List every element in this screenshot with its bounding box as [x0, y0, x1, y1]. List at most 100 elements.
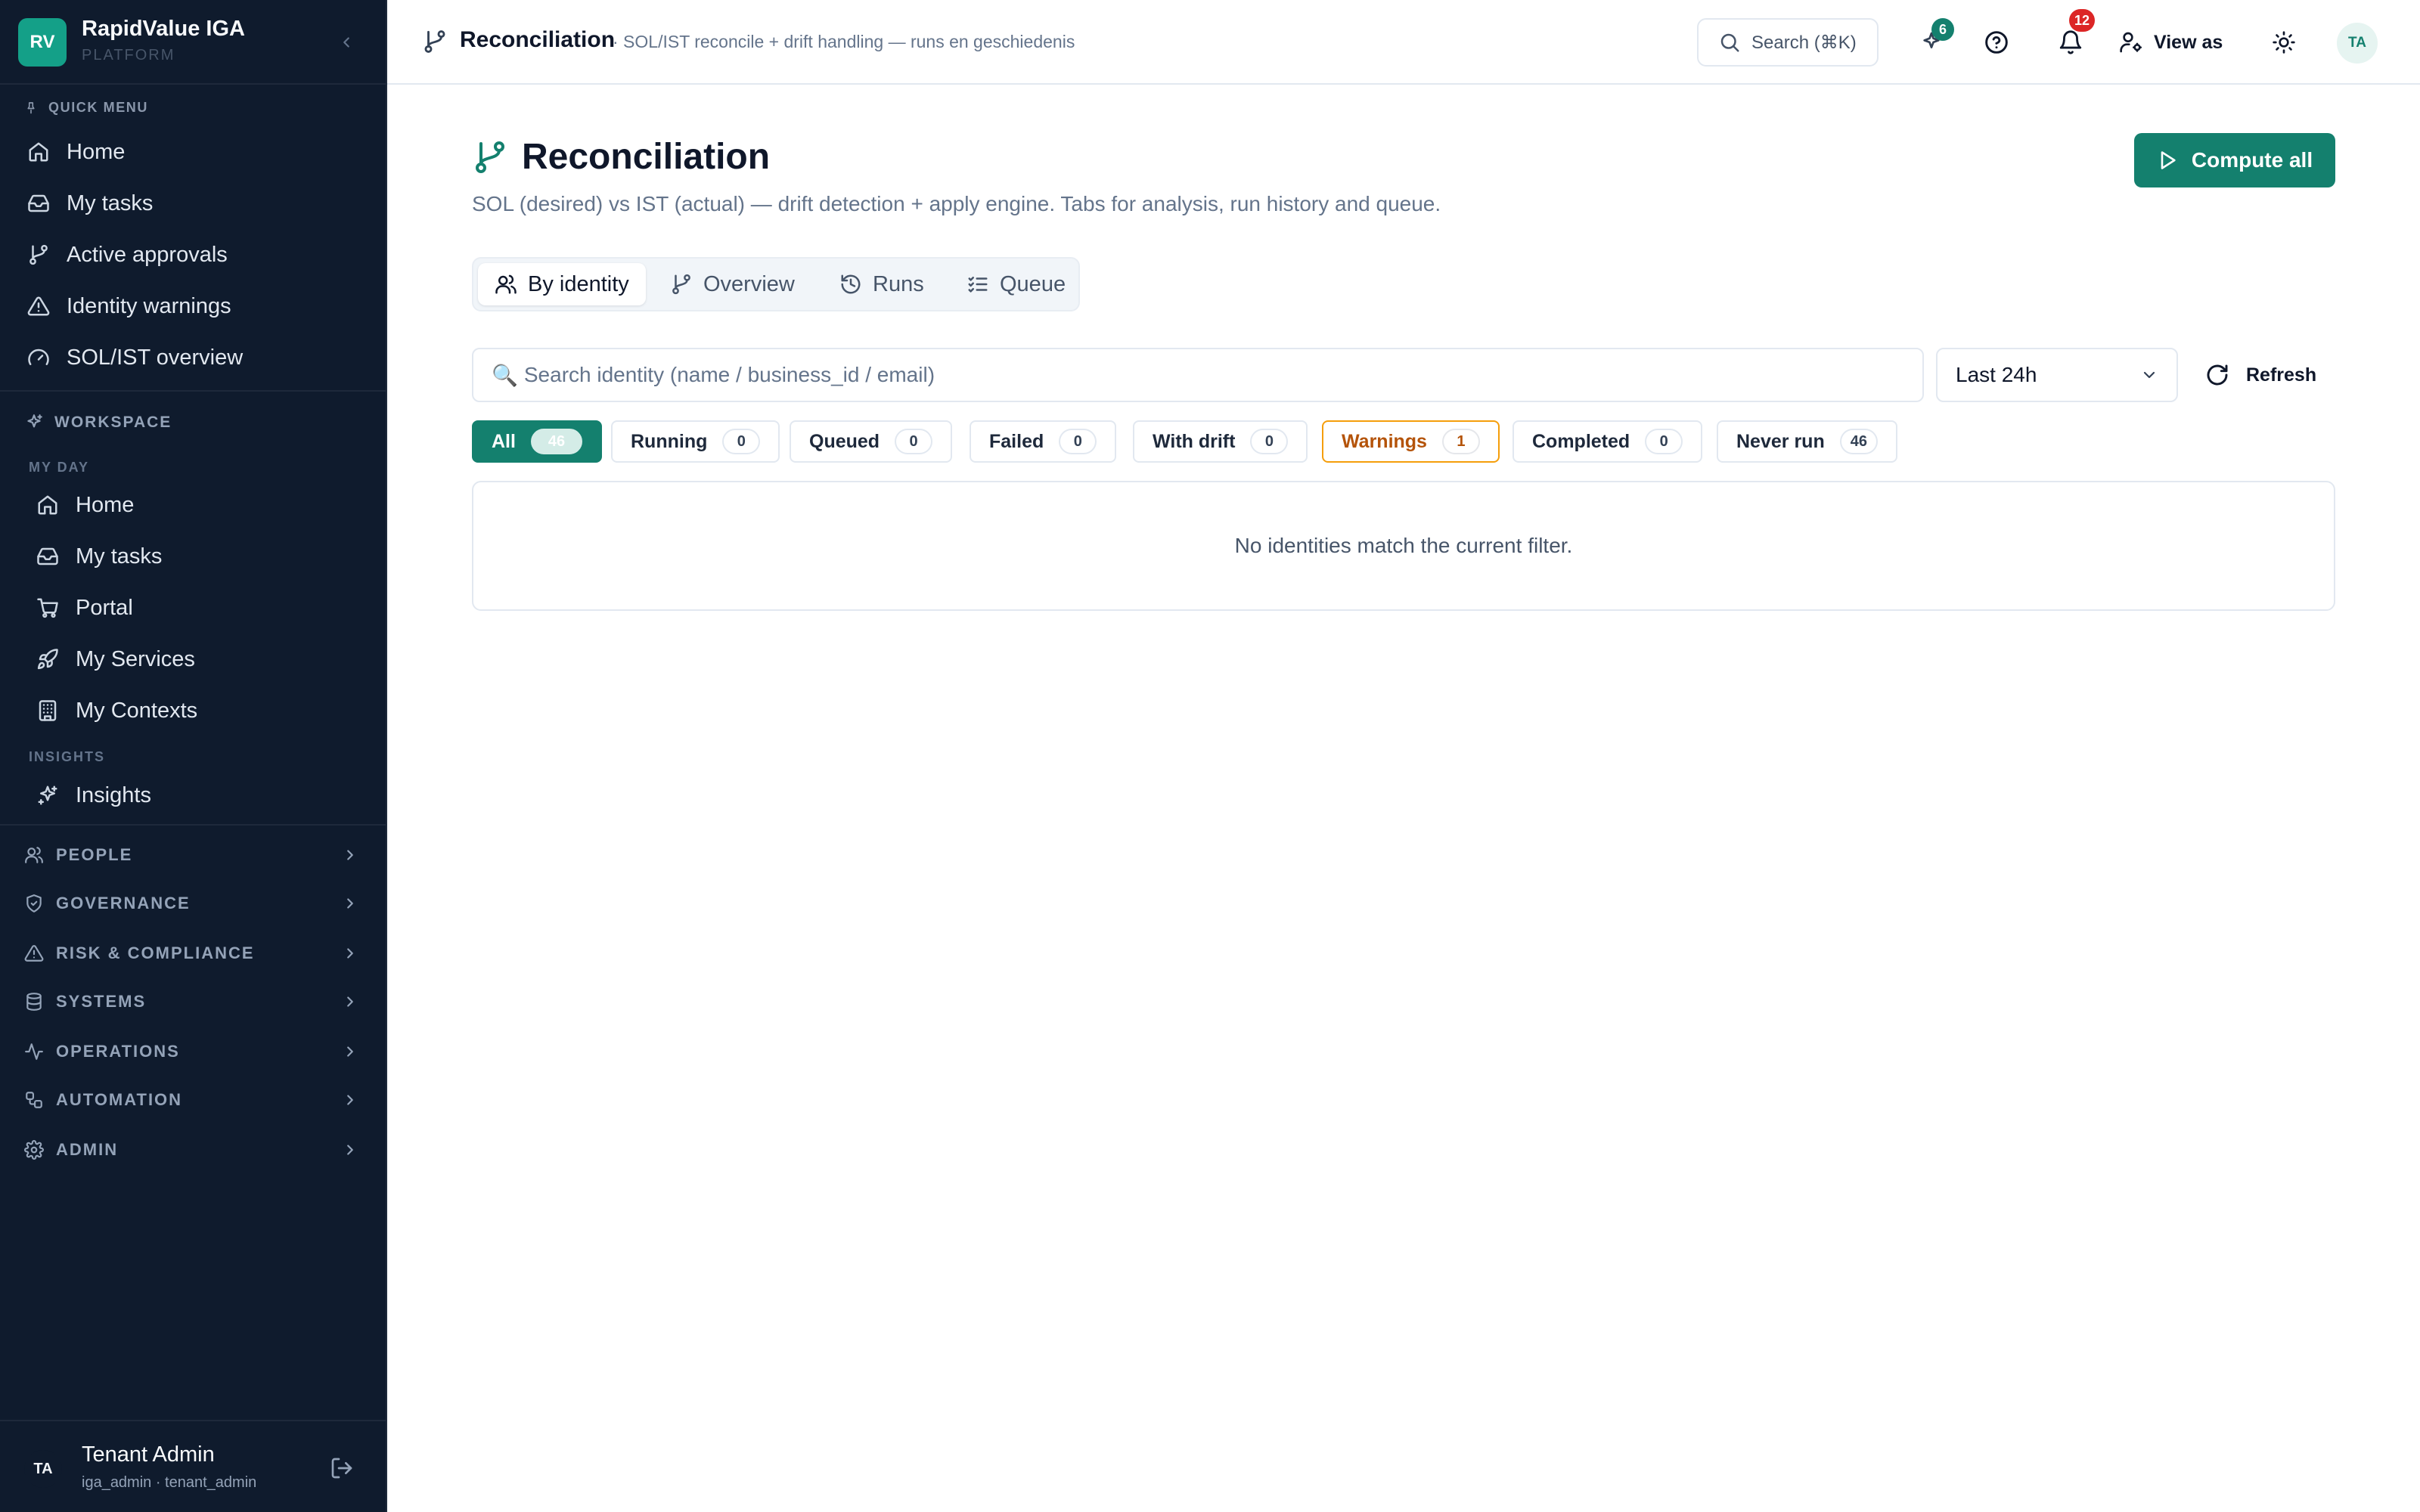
- sidebar-group-operations[interactable]: OPERATIONS: [24, 1035, 358, 1068]
- empty-state: No identities match the current filter.: [472, 481, 2335, 611]
- collapse-sidebar-button[interactable]: [334, 30, 358, 54]
- brand-subtitle: PLATFORM: [82, 47, 175, 64]
- sidebar-group-people[interactable]: PEOPLE: [24, 838, 358, 872]
- notifications-badge: 12: [2069, 9, 2096, 32]
- sidebar-item-my-tasks[interactable]: My tasks: [36, 535, 162, 578]
- workspace-label: WORKSPACE: [54, 414, 172, 431]
- chip-label: Completed: [1532, 430, 1630, 452]
- group-label: AUTOMATION: [56, 1090, 183, 1109]
- sidebar-item-label: My tasks: [76, 544, 163, 569]
- users-icon: [495, 274, 517, 294]
- filter-chip-failed[interactable]: Failed 0: [970, 420, 1117, 463]
- inbox-icon: [37, 547, 58, 565]
- history-icon: [841, 274, 861, 294]
- chip-count: 0: [1250, 429, 1289, 454]
- chip-count: 0: [1059, 429, 1097, 454]
- user-role: iga_admin · tenant_admin: [82, 1474, 257, 1491]
- sidebar-item-label: My Services: [76, 646, 195, 671]
- help-button[interactable]: [1981, 27, 2012, 57]
- chip-count: 0: [722, 429, 761, 454]
- quick-item-active-approvals[interactable]: Active approvals: [27, 234, 228, 276]
- avatar[interactable]: TA: [24, 1450, 62, 1488]
- refresh-button[interactable]: Refresh: [2205, 355, 2316, 395]
- filter-chip-running[interactable]: Running 0: [611, 420, 780, 463]
- tab-label: Runs: [873, 271, 924, 296]
- tab-label: By identity: [528, 271, 629, 296]
- sidebar-item-home[interactable]: Home: [36, 484, 134, 526]
- pins-badge: 6: [1931, 18, 1954, 41]
- chip-label: All: [492, 430, 516, 452]
- filter-chip-with-drift[interactable]: With drift 0: [1133, 420, 1308, 463]
- sidebar-item-my-services[interactable]: My Services: [36, 638, 195, 680]
- chip-label: Never run: [1736, 430, 1825, 452]
- refresh-label: Refresh: [2246, 364, 2317, 386]
- quick-item-identity-warnings[interactable]: Identity warnings: [27, 285, 231, 327]
- sidebar-group-automation[interactable]: AUTOMATION: [24, 1083, 358, 1117]
- sidebar-group-admin[interactable]: ADMIN: [24, 1133, 358, 1167]
- workspace-heading[interactable]: WORKSPACE: [24, 407, 172, 438]
- git-branch-icon: [672, 274, 690, 295]
- view-as-label: View as: [2154, 31, 2223, 53]
- view-as-button[interactable]: View as: [2119, 23, 2223, 62]
- sidebar-item-label: Insights: [76, 782, 151, 807]
- group-label: SYSTEMS: [56, 992, 147, 1011]
- chip-count: 1: [1441, 429, 1480, 454]
- breadcrumb-subtitle: · SOL/IST reconcile + drift handling — r…: [613, 32, 1075, 51]
- sidebar-divider: [0, 390, 386, 392]
- home-icon: [38, 495, 57, 515]
- git-branch-icon: [476, 141, 504, 173]
- pin-icon: [27, 102, 35, 114]
- sidebar-item-portal[interactable]: Portal: [36, 587, 133, 629]
- tab-by-identity[interactable]: By identity: [478, 263, 646, 305]
- filter-chip-completed[interactable]: Completed 0: [1512, 420, 1703, 463]
- brand-header: RV RapidValue IGA PLATFORM: [0, 0, 386, 85]
- brand-logo[interactable]: RV: [18, 18, 67, 67]
- group-label: PEOPLE: [56, 845, 133, 864]
- tab-label: Overview: [703, 271, 795, 296]
- sidebar-item-label: My Contexts: [76, 698, 198, 723]
- avatar[interactable]: TA: [2337, 23, 2378, 64]
- building-icon: [39, 700, 57, 721]
- filter-chip-never-run[interactable]: Never run 46: [1717, 420, 1897, 463]
- bell-icon: [2059, 30, 2082, 54]
- filter-chip-queued[interactable]: Queued 0: [790, 420, 953, 463]
- chevron-right-icon: [347, 850, 353, 860]
- quick-item-home[interactable]: Home: [27, 131, 125, 173]
- group-label: RISK & COMPLIANCE: [56, 943, 255, 962]
- tab-overview[interactable]: Overview: [653, 263, 811, 305]
- sidebar: RV RapidValue IGA PLATFORM QUICK MENU Ho…: [0, 0, 387, 1512]
- chevron-down-icon: [2143, 371, 2155, 379]
- chip-label: Queued: [809, 430, 880, 452]
- filter-chip-all[interactable]: All 46: [472, 420, 602, 463]
- sparkles-icon: [38, 785, 57, 805]
- chevron-right-icon: [347, 1145, 353, 1155]
- home-icon: [29, 142, 48, 162]
- quick-item-my-tasks[interactable]: My tasks: [27, 182, 153, 225]
- identity-search-input[interactable]: 🔍 Search identity (name / business_id / …: [472, 348, 1924, 402]
- chip-count: 0: [895, 429, 933, 454]
- sidebar-item-insights[interactable]: Insights: [36, 774, 151, 816]
- tab-label: Queue: [1000, 271, 1066, 296]
- tab-runs[interactable]: Runs: [823, 263, 941, 305]
- sidebar-item-my-contexts[interactable]: My Contexts: [36, 689, 197, 732]
- notifications-button[interactable]: [2055, 27, 2086, 57]
- search-icon: 🔍: [492, 363, 518, 387]
- users-icon: [25, 847, 43, 863]
- compute-all-button[interactable]: Compute all: [2134, 133, 2335, 187]
- quick-menu-label: QUICK MENU: [48, 99, 148, 115]
- warning-icon: [24, 945, 44, 962]
- quick-item-sol-ist-overview[interactable]: SOL/IST overview: [27, 336, 243, 379]
- time-range-select[interactable]: Last 24h: [1936, 348, 2178, 402]
- logout-button[interactable]: [330, 1456, 354, 1480]
- sidebar-group-governance[interactable]: GOVERNANCE: [24, 887, 358, 920]
- sidebar-group-risk-compliance[interactable]: RISK & COMPLIANCE: [24, 937, 358, 970]
- global-search-button[interactable]: Search (⌘K): [1697, 18, 1879, 67]
- filter-chip-warnings[interactable]: Warnings 1: [1322, 420, 1500, 463]
- quick-item-label: Active approvals: [67, 242, 228, 267]
- tab-queue[interactable]: Queue: [950, 263, 1082, 305]
- chevron-right-icon: [347, 1095, 353, 1105]
- theme-toggle[interactable]: [2269, 27, 2299, 57]
- list-checks-icon: [968, 277, 988, 293]
- git-branch-icon: [29, 244, 48, 265]
- sidebar-group-systems[interactable]: SYSTEMS: [24, 985, 358, 1018]
